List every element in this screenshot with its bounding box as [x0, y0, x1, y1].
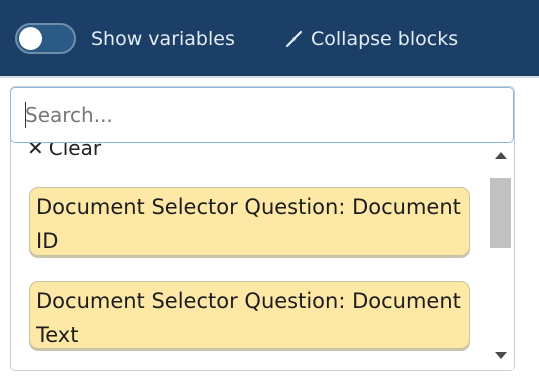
- clear-option[interactable]: ✕ Clear: [27, 143, 101, 161]
- toggle-knob: [19, 27, 42, 50]
- collapse-blocks-label: Collapse blocks: [311, 28, 459, 50]
- show-variables-label[interactable]: Show variables: [91, 26, 235, 52]
- collapse-blocks-button[interactable]: Collapse blocks: [283, 24, 458, 54]
- page: Show variables Collapse blocks ✕ Clear D…: [0, 0, 539, 381]
- list-item[interactable]: Document Selector Question: Document Tex…: [29, 281, 470, 349]
- toolbar-divider: [0, 76, 539, 78]
- scroll-up-arrow-icon[interactable]: [495, 152, 507, 159]
- clear-label: Clear: [48, 143, 102, 160]
- scrollbar-thumb[interactable]: [490, 178, 511, 248]
- scrollbar[interactable]: [488, 143, 513, 370]
- options-list[interactable]: ✕ Clear Document Selector Question: Docu…: [11, 143, 487, 370]
- toolbar: Show variables Collapse blocks: [0, 0, 539, 76]
- close-icon: ✕: [27, 143, 44, 160]
- text-caret: [25, 102, 26, 128]
- list-item[interactable]: Document Selector Question: Document ID: [29, 187, 470, 256]
- collapse-arrows-icon: [283, 28, 305, 50]
- search-input[interactable]: [10, 87, 514, 143]
- show-variables-toggle[interactable]: [15, 23, 76, 54]
- scroll-down-arrow-icon[interactable]: [495, 352, 507, 359]
